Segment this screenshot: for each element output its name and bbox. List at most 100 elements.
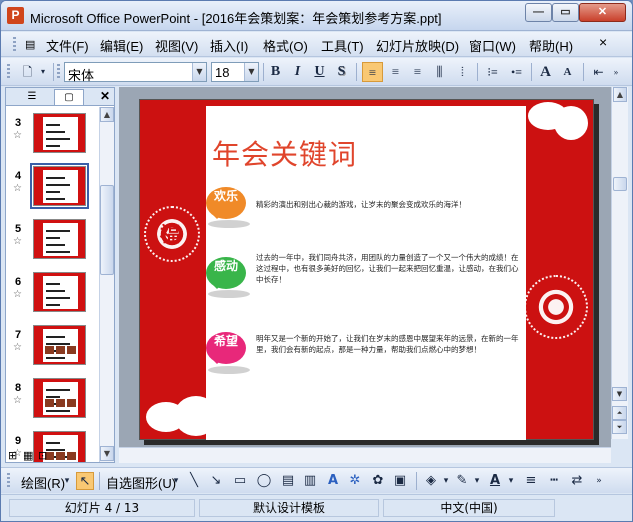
keyword-text-joy[interactable]: 精彩的演出和别出心裁的游戏，让岁末的聚会变成欢乐的海洋！ — [256, 199, 524, 210]
align-left-icon[interactable]: ≡ — [362, 62, 383, 82]
chevron-down-icon[interactable]: ▼ — [244, 63, 258, 81]
diagram-icon[interactable]: ✲ — [346, 472, 364, 490]
align-right-icon[interactable]: ≡ — [407, 62, 428, 82]
keyword-bubble-hope[interactable]: 希望 — [206, 332, 246, 364]
textbox-tool-icon[interactable]: ▤ — [279, 472, 297, 490]
chevron-down-icon[interactable]: ▼ — [192, 63, 206, 81]
close-panel-icon[interactable]: ✕ — [100, 89, 110, 103]
menu-insert[interactable]: 插入(I) — [210, 36, 248, 55]
scroll-down-icon[interactable]: ▼ — [612, 387, 627, 401]
menubar-grip[interactable] — [13, 37, 16, 53]
scroll-thumb[interactable] — [100, 185, 114, 275]
slide-thumbnail-3[interactable]: 3 ☆ — [6, 113, 99, 163]
scroll-down-icon[interactable]: ▼ — [100, 446, 114, 461]
thumbnail-image[interactable] — [33, 325, 86, 365]
next-slide-icon[interactable]: ⏷ — [612, 420, 627, 434]
menu-window[interactable]: 窗口(W) — [469, 36, 516, 55]
decrease-indent-icon[interactable]: ⇤ — [588, 62, 609, 82]
chevron-down-icon[interactable]: ▾ — [506, 472, 516, 490]
keyword-bubble-moved[interactable]: 感动 — [206, 257, 246, 289]
normal-view-icon[interactable]: ⊞ — [8, 449, 17, 462]
grow-font-button[interactable]: A — [535, 62, 556, 82]
outline-tab[interactable]: ☰ — [10, 89, 54, 105]
arrow-style-icon[interactable]: ⇄ — [568, 472, 586, 490]
font-color-icon[interactable]: A — [486, 472, 504, 490]
chevron-down-icon[interactable]: ▾ — [171, 472, 181, 490]
bulleted-list-icon[interactable]: •≡ — [506, 62, 527, 82]
slideshow-view-icon[interactable]: ⊡ — [38, 449, 47, 462]
toolbar-grip[interactable] — [7, 64, 10, 80]
new-dropdown-arrow-icon[interactable]: ▾ — [38, 62, 48, 82]
slide-thumbnail-8[interactable]: 8 ☆ — [6, 378, 99, 428]
distributed-align-icon[interactable]: ⫼ — [429, 62, 450, 82]
chevron-down-icon[interactable]: ▾ — [441, 472, 451, 490]
shrink-font-button[interactable]: A — [557, 62, 578, 82]
slide-thumbnail-7[interactable]: 7 ☆ — [6, 325, 99, 375]
powerpoint-app-icon[interactable]: P — [7, 7, 24, 24]
minimize-button[interactable]: — — [525, 3, 552, 22]
underline-button[interactable]: U — [309, 62, 330, 82]
close-button[interactable]: ✕ — [579, 3, 626, 22]
new-document-icon[interactable]: 🗋 — [17, 62, 38, 82]
previous-slide-icon[interactable]: ⏶ — [612, 406, 627, 420]
menu-tools[interactable]: 工具(T) — [321, 36, 364, 55]
menu-edit[interactable]: 编辑(E) — [100, 36, 143, 55]
menu-format[interactable]: 格式(O) — [263, 36, 308, 55]
align-center-icon[interactable]: ≡ — [385, 62, 406, 82]
wordart-icon[interactable]: A — [324, 472, 342, 490]
rectangle-tool-icon[interactable]: ▭ — [231, 472, 249, 490]
keyword-text-hope[interactable]: 明年又是一个新的开始了，让我们在岁末的感恩中展望来年的远景，在新的一年里，我们会… — [256, 333, 524, 355]
menu-file[interactable]: 文件(F) — [46, 36, 89, 55]
italic-button[interactable]: I — [287, 62, 308, 82]
thumbnail-image[interactable] — [33, 113, 86, 153]
scroll-up-icon[interactable]: ▲ — [613, 87, 627, 102]
slide-thumbnail-6[interactable]: 6 ☆ — [6, 272, 99, 322]
slide-horizontal-scrollbar[interactable] — [119, 447, 611, 463]
draw-menu-button[interactable]: 绘图(R) — [21, 473, 65, 492]
arrow-tool-icon[interactable]: ↘ — [207, 472, 225, 490]
bold-button[interactable]: B — [265, 62, 286, 82]
vertical-text-icon[interactable]: ⦙ — [452, 62, 473, 82]
select-objects-icon[interactable]: ↖ — [76, 472, 94, 490]
menu-view[interactable]: 视图(V) — [155, 36, 198, 55]
numbered-list-icon[interactable]: ⁝≡ — [482, 62, 503, 82]
slide-thumbnail-5[interactable]: 5 ☆ — [6, 219, 99, 269]
slide-thumbnail-4[interactable]: 4 ☆ — [6, 163, 99, 216]
autoshapes-menu-button[interactable]: 自选图形(U) — [106, 473, 176, 492]
font-name-combo[interactable]: 宋体 ▼ — [64, 62, 207, 83]
thumbnail-scrollbar[interactable]: ▲ ▼ — [99, 107, 114, 462]
chevron-down-icon[interactable]: ▾ — [472, 472, 482, 490]
toolbar-options-icon[interactable]: » — [610, 62, 622, 82]
slides-tab[interactable]: ▢ — [54, 89, 84, 105]
scroll-thumb[interactable] — [613, 177, 627, 191]
thumbnail-image[interactable] — [33, 272, 86, 312]
thumbnail-image[interactable] — [30, 163, 89, 209]
keyword-bubble-joy[interactable]: 欢乐 — [206, 187, 246, 219]
toolbar-grip[interactable] — [57, 64, 60, 80]
toolbar-options-icon[interactable]: » — [593, 472, 605, 490]
vertical-textbox-icon[interactable]: ▥ — [301, 472, 319, 490]
font-size-combo[interactable]: 18 ▼ — [211, 62, 259, 82]
fill-color-icon[interactable]: ◈ — [422, 472, 440, 490]
thumbnail-image[interactable] — [33, 219, 86, 259]
menu-help[interactable]: 帮助(H) — [529, 36, 573, 55]
thumbnail-image[interactable] — [33, 378, 86, 418]
oval-tool-icon[interactable]: ◯ — [255, 472, 273, 490]
menu-slideshow[interactable]: 幻灯片放映(D) — [376, 36, 459, 55]
scroll-up-icon[interactable]: ▲ — [100, 107, 114, 122]
line-tool-icon[interactable]: ╲ — [185, 472, 203, 490]
line-style-icon[interactable]: ≡ — [522, 472, 540, 490]
picture-icon[interactable]: ▣ — [391, 472, 409, 490]
clipart-icon[interactable]: ✿ — [369, 472, 387, 490]
dash-style-icon[interactable]: ┅ — [545, 472, 563, 490]
document-icon[interactable]: ▤ — [25, 38, 35, 51]
close-document-icon[interactable]: × — [599, 34, 607, 50]
maximize-button[interactable]: ▭ — [552, 3, 579, 22]
slide-canvas[interactable]: 福 年会关键词 欢乐 精彩的演出和别出心裁的游戏，让岁末的聚会变成欢乐的海洋！ … — [139, 99, 594, 440]
chevron-down-icon[interactable]: ▾ — [62, 472, 72, 490]
line-color-icon[interactable]: ✎ — [453, 472, 471, 490]
slide-sorter-icon[interactable]: ▦ — [23, 449, 33, 462]
shadow-button[interactable]: S — [331, 62, 352, 82]
toolbar-grip[interactable] — [7, 473, 10, 489]
slide-title[interactable]: 年会关键词 — [212, 133, 357, 173]
